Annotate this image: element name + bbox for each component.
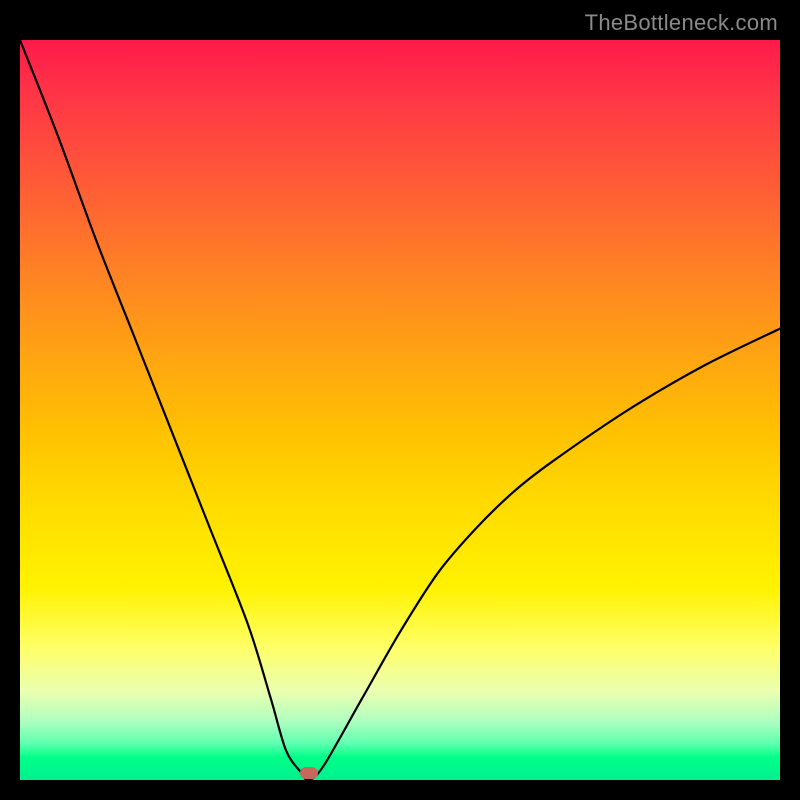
watermark-text: TheBottleneck.com xyxy=(585,10,778,36)
curve-svg xyxy=(20,40,780,780)
plot-area xyxy=(20,40,780,780)
min-point-marker xyxy=(300,767,318,779)
chart-frame: TheBottleneck.com xyxy=(0,0,800,800)
bottleneck-curve xyxy=(20,40,780,780)
